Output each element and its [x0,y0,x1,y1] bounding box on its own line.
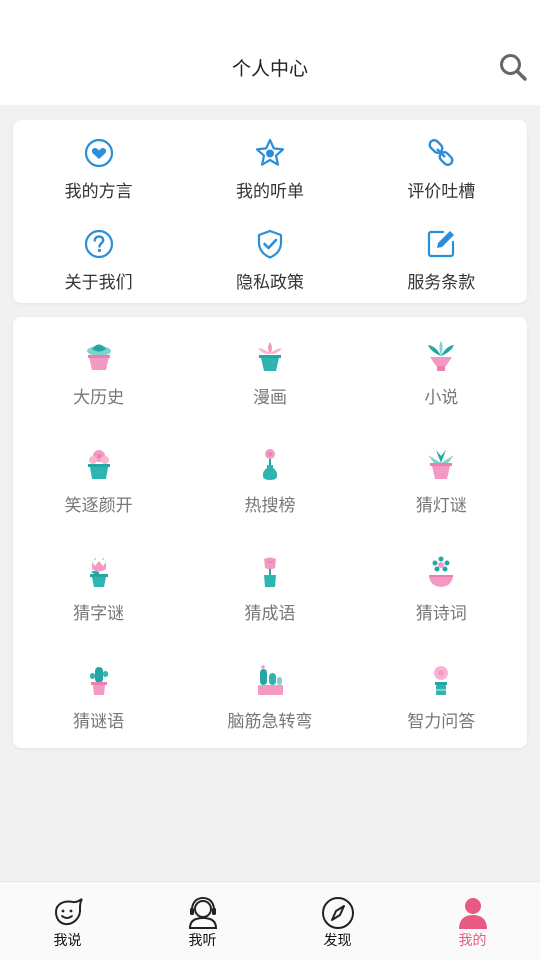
question-icon [84,229,113,259]
tab-listen[interactable]: 我听 [135,882,270,960]
shortcut-my-dialect[interactable]: 我的方言 [13,137,184,228]
category-jokes[interactable]: 笑逐颜开 [13,448,184,556]
category-brain-teasers[interactable]: 脑筋急转弯 [184,664,355,772]
category-quiz[interactable]: 智力问答 [356,664,527,772]
category-label: 猜灯谜 [415,496,467,516]
category-label: 小说 [424,388,459,408]
shortcut-label: 服务条款 [407,273,476,293]
category-label: 猜诗词 [415,604,467,624]
category-novels[interactable]: 小说 [356,340,527,448]
shortcut-label: 我的听单 [235,182,304,202]
category-card: 大历史 漫画 小说 笑逐颜开 热搜榜 猜灯谜 猜字谜 猜成语 猜诗词 猜谜语 脑… [13,317,527,748]
agave-pot-icon [428,450,455,479]
shortcut-feedback[interactable]: 评价吐槽 [356,137,527,228]
bottom-tab-bar: 我说 我听 发现 我的 [0,881,540,960]
page-title: 个人中心 [231,58,308,80]
category-big-history[interactable]: 大历史 [13,340,184,448]
category-label: 智力问答 [407,712,476,732]
category-label: 漫画 [252,388,287,408]
shortcut-label: 隐私政策 [235,273,304,293]
user-icon [458,898,487,929]
heart-icon [84,138,113,168]
chat-face-icon [54,898,83,926]
rose-pot-icon [263,557,276,587]
tab-label: 发现 [323,933,352,949]
shortcut-label: 我的方言 [64,182,133,202]
lotus-pot-icon [257,342,282,371]
header: 个人中心 [0,0,540,105]
tab-label: 我的 [458,933,487,949]
daisy-pot-icon [429,556,454,587]
cacti-pot-icon [257,665,283,695]
star-icon [255,138,285,166]
category-label: 大历史 [73,388,125,408]
shortcut-terms-of-service[interactable]: 服务条款 [356,228,527,319]
tab-label: 我说 [53,933,82,949]
shortcut-label: 关于我们 [64,273,133,293]
tab-mine[interactable]: 我的 [405,882,540,960]
shortcut-privacy-policy[interactable]: 隐私政策 [184,228,355,319]
category-riddles[interactable]: 猜谜语 [13,664,184,772]
category-hot-search[interactable]: 热搜榜 [184,448,355,556]
category-idioms[interactable]: 猜成语 [184,556,355,664]
category-poems[interactable]: 猜诗词 [356,556,527,664]
link-icon [428,139,454,166]
blossom-pot-icon [434,666,449,695]
shield-icon [257,229,283,259]
shortcut-about-us[interactable]: 关于我们 [13,228,184,319]
headset-icon [188,896,217,929]
succulent-pot-icon [86,344,111,370]
compass-icon [321,897,354,929]
category-label: 脑筋急转弯 [227,712,313,732]
search-button[interactable] [498,52,528,82]
category-comics[interactable]: 漫画 [184,340,355,448]
cactus-pot-icon [89,667,108,695]
category-label: 热搜榜 [244,496,296,516]
vase-flower-icon [262,449,278,480]
flower-pot-icon [87,450,110,479]
tab-label: 我听 [188,933,217,949]
edit-icon [428,230,455,258]
search-icon [500,54,527,81]
category-lantern-riddles[interactable]: 猜灯谜 [356,448,527,556]
category-label: 猜字谜 [73,604,125,624]
category-character-riddles[interactable]: 猜字谜 [13,556,184,664]
category-label: 猜成语 [244,604,296,624]
tab-speak[interactable]: 我说 [0,882,135,960]
shortcut-label: 评价吐槽 [407,182,476,202]
category-label: 笑逐颜开 [64,496,133,516]
shortcut-my-playlist[interactable]: 我的听单 [184,137,355,228]
shortcut-card: 我的方言 我的听单 评价吐槽 关于我们 隐私政策 服务条款 [13,120,527,303]
palm-pot-icon [428,341,455,371]
tulip-pot-icon [89,558,108,587]
category-label: 猜谜语 [73,712,125,732]
tab-discover[interactable]: 发现 [270,882,405,960]
